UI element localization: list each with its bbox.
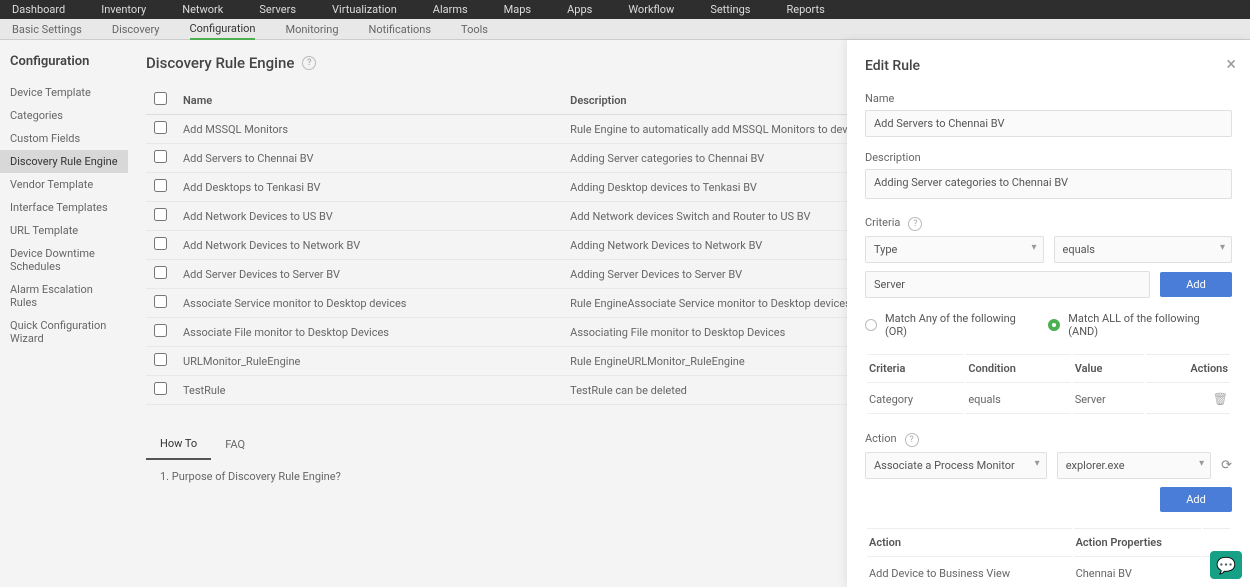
row-checkbox[interactable] xyxy=(154,266,167,279)
sidebar-item[interactable]: Device Downtime Schedules xyxy=(0,242,128,278)
sidebar-item[interactable]: Interface Templates xyxy=(0,196,128,219)
tab-faq[interactable]: FAQ xyxy=(211,430,259,459)
criteria-label: Criteria? xyxy=(865,216,1232,231)
name-label: Name xyxy=(865,92,1232,105)
criteria-row: Category equals Server 🗑 xyxy=(867,385,1230,414)
row-name: Add Server Devices to Server BV xyxy=(175,260,562,289)
col-name: Name xyxy=(175,86,562,115)
row-name: TestRule xyxy=(175,376,562,405)
topnav-item[interactable]: Workflow xyxy=(628,3,674,16)
delete-criteria-icon[interactable]: 🗑 xyxy=(1213,392,1228,406)
subnav-item[interactable]: Tools xyxy=(461,19,488,40)
row-checkbox[interactable] xyxy=(154,353,167,366)
help-icon[interactable]: ? xyxy=(908,217,922,231)
close-icon[interactable]: × xyxy=(1226,54,1236,75)
topnav-item[interactable]: Reports xyxy=(786,3,824,16)
row-checkbox[interactable] xyxy=(154,150,167,163)
subnav-item[interactable]: Monitoring xyxy=(285,19,338,40)
row-name: Add MSSQL Monitors xyxy=(175,115,562,144)
subnav-item[interactable]: Notifications xyxy=(369,19,432,40)
row-name: Associate File monitor to Desktop Device… xyxy=(175,318,562,347)
desc-label: Description xyxy=(865,151,1232,164)
criteria-add-button[interactable]: Add xyxy=(1160,272,1232,297)
topnav-item[interactable]: Settings xyxy=(710,3,750,16)
topnav-item[interactable]: Alarms xyxy=(433,3,468,16)
help-icon[interactable]: ? xyxy=(302,56,316,70)
match-any-radio[interactable] xyxy=(865,319,877,331)
chat-icon[interactable]: 💬 xyxy=(1210,551,1242,579)
help-icon[interactable]: ? xyxy=(905,433,919,447)
action-value-select[interactable]: explorer.exe xyxy=(1057,452,1211,479)
desc-input[interactable] xyxy=(865,169,1232,199)
row-checkbox[interactable] xyxy=(154,295,167,308)
sidebar-item[interactable]: Device Template xyxy=(0,81,128,104)
sidebar-item[interactable]: Discovery Rule Engine xyxy=(0,150,128,173)
sidebar: Configuration Device TemplateCategoriesC… xyxy=(0,40,128,587)
match-all-label: Match ALL of the following (AND) xyxy=(1068,312,1232,338)
row-checkbox[interactable] xyxy=(154,382,167,395)
subnav-item[interactable]: Discovery xyxy=(112,19,160,40)
row-name: Add Network Devices to US BV xyxy=(175,202,562,231)
criteria-table: Criteria Condition Value Actions Categor… xyxy=(865,352,1232,416)
panel-title: Edit Rule xyxy=(865,58,1232,74)
row-checkbox[interactable] xyxy=(154,179,167,192)
sidebar-item[interactable]: Categories xyxy=(0,104,128,127)
topnav-item[interactable]: Apps xyxy=(567,3,592,16)
row-checkbox[interactable] xyxy=(154,121,167,134)
action-table: Action Action Properties Add Device to B… xyxy=(865,526,1232,587)
match-all-radio[interactable] xyxy=(1048,319,1060,331)
subnav-item[interactable]: Basic Settings xyxy=(12,19,82,40)
row-name: Add Servers to Chennai BV xyxy=(175,144,562,173)
row-name: URLMonitor_RuleEngine xyxy=(175,347,562,376)
criteria-value-input[interactable] xyxy=(865,271,1150,298)
row-checkbox[interactable] xyxy=(154,237,167,250)
topnav-item[interactable]: Dashboard xyxy=(12,3,65,16)
row-name: Add Desktops to Tenkasi BV xyxy=(175,173,562,202)
select-all-checkbox[interactable] xyxy=(154,92,167,105)
topnav-item[interactable]: Virtualization xyxy=(332,3,397,16)
row-name: Associate Service monitor to Desktop dev… xyxy=(175,289,562,318)
row-checkbox[interactable] xyxy=(154,208,167,221)
top-nav: Dashboard Inventory Network Servers Virtuali… xyxy=(0,0,1250,19)
action-label: Action? xyxy=(865,432,1232,447)
topnav-item[interactable]: Maps xyxy=(504,3,531,16)
criteria-type-select[interactable]: Type xyxy=(865,236,1044,263)
action-add-button[interactable]: Add xyxy=(1160,487,1232,512)
sidebar-item[interactable]: URL Template xyxy=(0,219,128,242)
criteria-cond-select[interactable]: equals xyxy=(1054,236,1233,263)
topnav-item[interactable]: Network xyxy=(182,3,223,16)
match-any-label: Match Any of the following (OR) xyxy=(885,312,1040,338)
row-name: Add Network Devices to Network BV xyxy=(175,231,562,260)
action-select[interactable]: Associate a Process Monitor xyxy=(865,452,1047,479)
refresh-icon[interactable]: ⟳ xyxy=(1221,458,1232,473)
sub-nav: Basic Settings Discovery Configuration Moni… xyxy=(0,19,1250,40)
edit-rule-panel: × Edit Rule Name Description Criteria? T… xyxy=(847,40,1250,587)
topnav-item[interactable]: Inventory xyxy=(101,3,146,16)
sidebar-item[interactable]: Quick Configuration Wizard xyxy=(0,314,128,350)
topnav-item[interactable]: Servers xyxy=(259,3,296,16)
row-checkbox[interactable] xyxy=(154,324,167,337)
sidebar-item[interactable]: Vendor Template xyxy=(0,173,128,196)
match-mode: Match Any of the following (OR) Match AL… xyxy=(865,312,1232,338)
sidebar-item[interactable]: Alarm Escalation Rules xyxy=(0,278,128,314)
subnav-item[interactable]: Configuration xyxy=(190,19,256,40)
tab-howto[interactable]: How To xyxy=(146,429,211,460)
sidebar-title: Configuration xyxy=(0,54,128,81)
name-input[interactable] xyxy=(865,110,1232,137)
action-row: Add Device to Business View Chennai BV 🗑 xyxy=(867,559,1230,587)
sidebar-item[interactable]: Custom Fields xyxy=(0,127,128,150)
